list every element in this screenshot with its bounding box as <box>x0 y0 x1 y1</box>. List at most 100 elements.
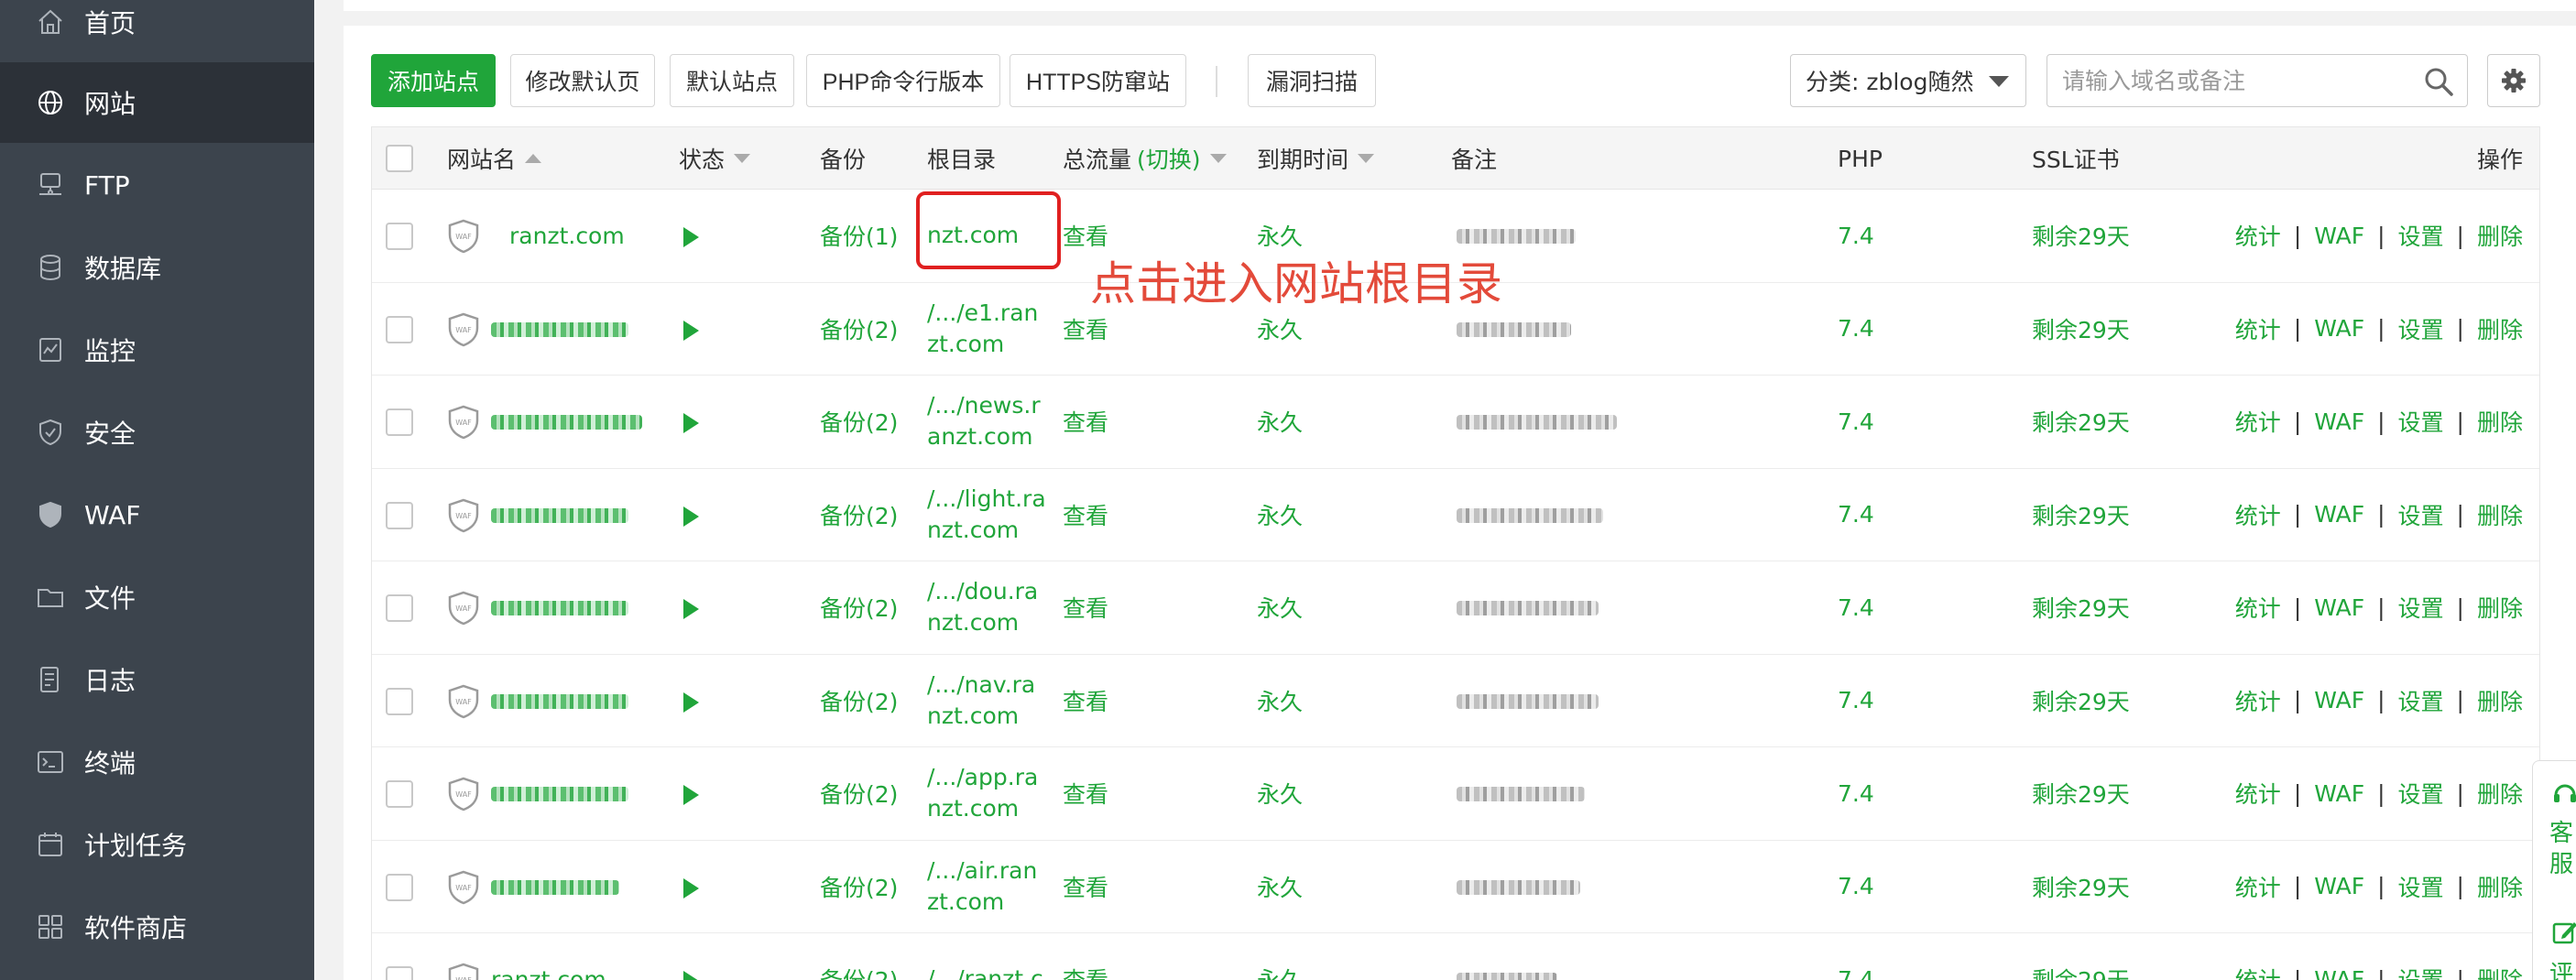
site-name-link[interactable]: ranzt.com <box>491 933 606 980</box>
settings-link[interactable]: 设置 <box>2398 312 2444 345</box>
stats-link[interactable]: 统计 <box>2235 870 2281 903</box>
row-checkbox[interactable] <box>386 223 413 250</box>
php-version[interactable]: 7.4 <box>1838 841 1874 933</box>
play-icon[interactable] <box>683 413 699 433</box>
ssl-status[interactable]: 剩余29天 <box>2032 655 2130 747</box>
waf-link[interactable]: WAF <box>2314 315 2364 342</box>
sidebar-item-6[interactable]: WAF <box>0 474 314 555</box>
play-icon[interactable] <box>683 227 699 247</box>
stats-link[interactable]: 统计 <box>2235 312 2281 345</box>
sidebar-item-0[interactable]: 首页 <box>0 0 314 62</box>
php-version[interactable]: 7.4 <box>1838 376 1874 468</box>
row-checkbox[interactable] <box>386 315 413 343</box>
settings-link[interactable]: 设置 <box>2398 777 2444 810</box>
root-dir-link[interactable]: /.../e1.ranzt.com <box>927 283 1046 376</box>
backup-link[interactable]: 备份(2) <box>820 283 898 376</box>
expire-value[interactable]: 永久 <box>1257 561 1303 654</box>
row-checkbox[interactable] <box>386 594 413 622</box>
expire-value[interactable]: 永久 <box>1257 747 1303 840</box>
stats-link[interactable]: 统计 <box>2235 684 2281 717</box>
settings-link[interactable]: 设置 <box>2398 591 2444 624</box>
root-dir-link[interactable]: /.../app.ranzt.com <box>927 747 1046 840</box>
php-version[interactable]: 7.4 <box>1838 469 1874 561</box>
settings-link[interactable]: 设置 <box>2398 219 2444 252</box>
ssl-status[interactable]: 剩余29天 <box>2032 841 2130 933</box>
backup-link[interactable]: 备份(2) <box>820 655 898 747</box>
traffic-view-link[interactable]: 查看 <box>1063 561 1108 654</box>
play-icon[interactable] <box>683 877 699 898</box>
sidebar-item-9[interactable]: 终端 <box>0 722 314 802</box>
backup-link[interactable]: 备份(2) <box>820 841 898 933</box>
backup-link[interactable]: 备份(1) <box>820 190 898 282</box>
vuln-scan-button[interactable]: 漏洞扫描 <box>1248 54 1376 107</box>
waf-link[interactable]: WAF <box>2314 966 2364 980</box>
col-header-expire[interactable]: 到期时间 <box>1257 127 1375 190</box>
play-icon[interactable] <box>683 506 699 527</box>
ssl-status[interactable]: 剩余29天 <box>2032 469 2130 561</box>
php-version[interactable]: 7.4 <box>1838 561 1874 654</box>
backup-link[interactable]: 备份(2) <box>820 561 898 654</box>
ssl-status[interactable]: 剩余29天 <box>2032 561 2130 654</box>
waf-link[interactable]: WAF <box>2314 223 2364 249</box>
select-all-checkbox[interactable] <box>386 145 413 172</box>
ssl-status[interactable]: 剩余29天 <box>2032 283 2130 376</box>
ssl-status[interactable]: 剩余29天 <box>2032 376 2130 468</box>
play-icon[interactable] <box>683 599 699 619</box>
php-cli-version-button[interactable]: PHP命令行版本 <box>806 54 1000 107</box>
row-checkbox[interactable] <box>386 966 413 980</box>
traffic-view-link[interactable]: 查看 <box>1063 655 1108 747</box>
sidebar-item-4[interactable]: 监控 <box>0 310 314 390</box>
root-dir-link[interactable]: /.../light.ranzt.com <box>927 469 1046 561</box>
waf-link[interactable]: WAF <box>2314 873 2364 899</box>
traffic-view-link[interactable]: 查看 <box>1063 933 1108 980</box>
default-site-button[interactable]: 默认站点 <box>670 54 794 107</box>
ssl-status[interactable]: 剩余29天 <box>2032 190 2130 282</box>
play-icon[interactable] <box>683 691 699 713</box>
sidebar-item-11[interactable]: 软件商店 <box>0 887 314 967</box>
waf-link[interactable]: WAF <box>2314 408 2364 435</box>
col-header-name[interactable]: 网站名 <box>447 127 542 190</box>
sidebar-item-8[interactable]: 日志 <box>0 639 314 720</box>
waf-link[interactable]: WAF <box>2314 501 2364 528</box>
col-header-traffic[interactable]: 总流量 (切换) <box>1063 127 1227 190</box>
col-header-status[interactable]: 状态 <box>679 127 751 190</box>
stats-link[interactable]: 统计 <box>2235 591 2281 624</box>
sidebar-item-1[interactable]: 网站 <box>0 62 314 143</box>
settings-link[interactable]: 设置 <box>2398 684 2444 717</box>
backup-link[interactable]: 备份(2) <box>820 747 898 840</box>
waf-link[interactable]: WAF <box>2314 594 2364 621</box>
ssl-status[interactable]: 剩余29天 <box>2032 933 2130 980</box>
search-input[interactable] <box>2062 62 2410 99</box>
php-version[interactable]: 7.4 <box>1838 283 1874 376</box>
settings-link[interactable]: 设置 <box>2398 498 2444 531</box>
row-checkbox[interactable] <box>386 408 413 436</box>
root-dir-link[interactable]: /.../ranzt.c <box>927 933 1046 980</box>
backup-link[interactable]: 备份(2) <box>820 933 898 980</box>
row-checkbox[interactable] <box>386 687 413 715</box>
ssl-status[interactable]: 剩余29天 <box>2032 747 2130 840</box>
play-icon[interactable] <box>683 971 699 980</box>
row-checkbox[interactable] <box>386 780 413 808</box>
traffic-view-link[interactable]: 查看 <box>1063 747 1108 840</box>
customer-service-widget[interactable]: 客服 评 <box>2532 760 2576 980</box>
modify-default-page-button[interactable]: 修改默认页 <box>510 54 655 107</box>
expire-value[interactable]: 永久 <box>1257 469 1303 561</box>
sidebar-item-5[interactable]: 安全 <box>0 392 314 473</box>
php-version[interactable]: 7.4 <box>1838 933 1874 980</box>
sidebar-item-10[interactable]: 计划任务 <box>0 804 314 885</box>
root-dir-link[interactable]: /.../dou.ranzt.com <box>927 561 1046 654</box>
play-icon[interactable] <box>683 320 699 341</box>
delete-link[interactable]: 删除 <box>2477 591 2523 624</box>
root-dir-link[interactable]: /.../nav.ranzt.com <box>927 655 1046 747</box>
delete-link[interactable]: 删除 <box>2477 405 2523 438</box>
php-version[interactable]: 7.4 <box>1838 190 1874 282</box>
table-settings-button[interactable] <box>2487 54 2540 107</box>
delete-link[interactable]: 删除 <box>2477 219 2523 252</box>
delete-link[interactable]: 删除 <box>2477 498 2523 531</box>
expire-value[interactable]: 永久 <box>1257 933 1303 980</box>
expire-value[interactable]: 永久 <box>1257 376 1303 468</box>
add-site-button[interactable]: 添加站点 <box>371 54 496 107</box>
settings-link[interactable]: 设置 <box>2398 405 2444 438</box>
expire-value[interactable]: 永久 <box>1257 655 1303 747</box>
category-select[interactable]: 分类: zblog随然 <box>1790 54 2026 107</box>
